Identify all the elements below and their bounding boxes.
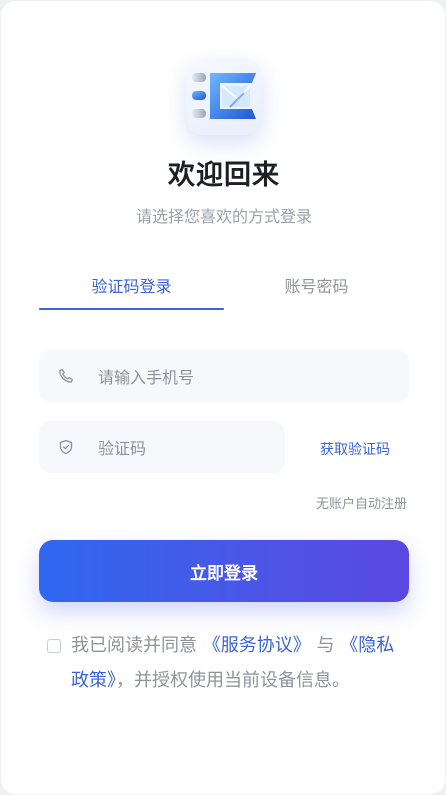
page-title: 欢迎回来 <box>168 160 280 191</box>
agreement-prefix: 我已阅读并同意 <box>71 635 197 656</box>
agreement-conjunction: 与 <box>316 635 335 656</box>
page-subtitle: 请选择您喜欢的方式登录 <box>135 207 312 226</box>
code-field[interactable] <box>39 421 285 475</box>
shield-check-icon <box>59 439 73 455</box>
phone-input[interactable] <box>96 350 400 404</box>
agreement-text: 我已阅读并同意 《服务协议》 与 《隐私政策》，并授权使用当前设备信息。 <box>71 628 411 698</box>
app-logo-icon <box>192 73 256 119</box>
auto-register-note: 无账户自动注册 <box>315 497 407 512</box>
login-button[interactable]: 立即登录 <box>39 540 409 602</box>
tab-password-login[interactable]: 账号密码 <box>224 273 409 297</box>
agreement-suffix: ，并授权使用当前设备信息。 <box>116 670 350 691</box>
agreement-checkbox[interactable] <box>47 639 61 653</box>
code-input[interactable] <box>96 421 276 475</box>
get-code-button[interactable]: 获取验证码 <box>301 439 409 459</box>
app-logo <box>186 59 262 135</box>
phone-icon <box>59 368 73 383</box>
phone-field[interactable] <box>39 350 409 404</box>
login-card: 欢迎回来 请选择您喜欢的方式登录 验证码登录 账号密码 获取验证码 无账户自动注… <box>1 1 445 794</box>
active-tab-indicator <box>39 308 224 310</box>
tab-sms-login[interactable]: 验证码登录 <box>39 273 224 297</box>
service-agreement-link[interactable]: 《服务协议》 <box>203 635 311 656</box>
